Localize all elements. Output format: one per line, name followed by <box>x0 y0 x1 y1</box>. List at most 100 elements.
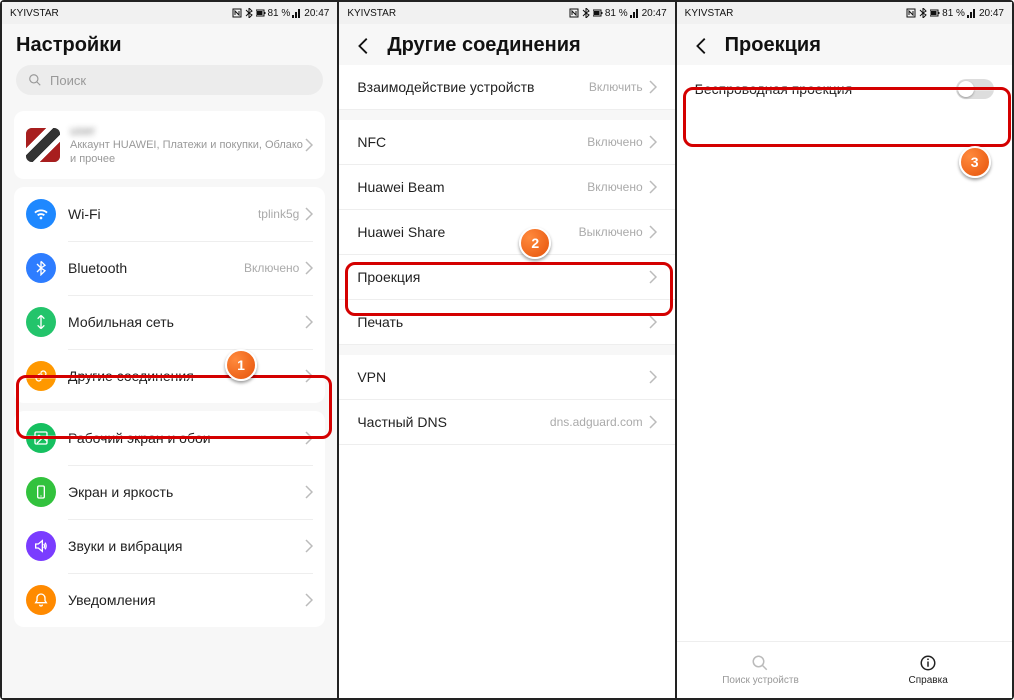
wifi-row[interactable]: Wi-Fi tplink5g <box>14 187 325 241</box>
avatar <box>26 128 60 162</box>
row-label: Рабочий экран и обои <box>68 430 305 446</box>
status-bar: KYIVSTAR 81 % 20:47 <box>339 2 674 24</box>
row-label: Другие соединения <box>68 368 305 384</box>
tab-search-devices[interactable]: Поиск устройств <box>677 642 845 698</box>
toggle-switch[interactable] <box>956 79 994 99</box>
bottom-bar: Поиск устройств Справка <box>677 641 1012 698</box>
wifi-icon <box>26 199 56 229</box>
row-value: Выключено <box>579 225 643 239</box>
row-label: Звуки и вибрация <box>68 538 305 554</box>
row-label: Bluetooth <box>68 260 244 276</box>
panel-projection: KYIVSTAR 81 % 20:47 Проекция Беспроводна… <box>675 2 1012 698</box>
panel-other-connections: KYIVSTAR 81 % 20:47 Другие соединения Вз… <box>337 2 674 698</box>
phone-icon <box>26 477 56 507</box>
notifications-row[interactable]: Уведомления <box>14 573 325 627</box>
carrier-label: KYIVSTAR <box>347 8 396 19</box>
chevron-right-icon <box>649 225 657 239</box>
wireless-projection-row[interactable]: Беспроводная проекция <box>677 65 1012 113</box>
account-name: user <box>70 123 305 138</box>
titlebar: Настройки <box>2 24 337 65</box>
page-title: Проекция <box>725 34 821 57</box>
display-brightness-row[interactable]: Экран и яркость <box>14 465 325 519</box>
battery-percent: 81 % <box>268 8 291 19</box>
back-button[interactable] <box>691 35 713 57</box>
chevron-right-icon <box>305 207 313 221</box>
row-value: Включено <box>587 135 642 149</box>
row-label: Частный DNS <box>357 414 550 430</box>
vpn-row[interactable]: VPN <box>339 355 674 400</box>
search-input[interactable]: Поиск <box>16 65 323 95</box>
bluetooth-icon <box>581 8 591 18</box>
back-button[interactable] <box>353 35 375 57</box>
row-value: Включено <box>244 261 299 275</box>
row-label: Взаимодействие устройств <box>357 79 588 95</box>
chevron-right-icon <box>649 80 657 94</box>
row-label: Уведомления <box>68 592 305 608</box>
chevron-right-icon <box>649 370 657 384</box>
nfc-icon <box>906 8 916 18</box>
account-row[interactable]: user Аккаунт HUAWEI, Платежи и покупки, … <box>14 111 325 179</box>
device-interaction-row[interactable]: Взаимодействие устройств Включить <box>339 65 674 110</box>
carrier-label: KYIVSTAR <box>10 8 59 19</box>
row-value: tplink5g <box>258 207 299 221</box>
battery-percent: 81 % <box>605 8 628 19</box>
tab-help[interactable]: Справка <box>844 642 1012 698</box>
image-icon <box>26 423 56 453</box>
row-label: Huawei Share <box>357 224 578 240</box>
carrier-label: KYIVSTAR <box>685 8 734 19</box>
row-label: Мобильная сеть <box>68 314 305 330</box>
clock: 20:47 <box>979 8 1004 19</box>
chevron-right-icon <box>649 415 657 429</box>
row-label: Wi-Fi <box>68 206 258 222</box>
mobile-network-row[interactable]: Мобильная сеть <box>14 295 325 349</box>
sounds-vibration-row[interactable]: Звуки и вибрация <box>14 519 325 573</box>
huawei-share-row[interactable]: Huawei Share Выключено <box>339 210 674 255</box>
chevron-right-icon <box>649 135 657 149</box>
huawei-beam-row[interactable]: Huawei Beam Включено <box>339 165 674 210</box>
chevron-right-icon <box>649 180 657 194</box>
chevron-right-icon <box>305 369 313 383</box>
search-icon <box>28 73 42 87</box>
other-connections-row[interactable]: Другие соединения <box>14 349 325 403</box>
signal-icon <box>630 8 640 18</box>
link-icon <box>26 361 56 391</box>
print-row[interactable]: Печать <box>339 300 674 345</box>
chevron-right-icon <box>305 539 313 553</box>
chevron-right-icon <box>305 138 313 152</box>
nfc-icon <box>569 8 579 18</box>
search-placeholder: Поиск <box>50 73 86 88</box>
titlebar: Другие соединения <box>339 24 674 65</box>
chevron-right-icon <box>305 431 313 445</box>
home-wallpaper-row[interactable]: Рабочий экран и обои <box>14 411 325 465</box>
row-label: Проекция <box>357 269 648 285</box>
nfc-row[interactable]: NFC Включено <box>339 120 674 165</box>
chevron-right-icon <box>649 270 657 284</box>
projection-row[interactable]: Проекция <box>339 255 674 300</box>
page-title: Другие соединения <box>387 34 580 57</box>
row-value: Включить <box>589 80 643 94</box>
private-dns-row[interactable]: Частный DNS dns.adguard.com <box>339 400 674 445</box>
battery-icon <box>593 8 603 18</box>
chevron-right-icon <box>305 261 313 275</box>
signal-icon <box>26 307 56 337</box>
signal-icon <box>967 8 977 18</box>
info-icon <box>919 654 937 672</box>
chevron-right-icon <box>649 315 657 329</box>
clock: 20:47 <box>304 8 329 19</box>
tab-label: Поиск устройств <box>722 675 799 686</box>
status-bar: KYIVSTAR 81 % 20:47 <box>677 2 1012 24</box>
row-label: NFC <box>357 134 587 150</box>
row-value: dns.adguard.com <box>550 415 643 429</box>
chevron-right-icon <box>305 485 313 499</box>
panel-settings: KYIVSTAR 81 % 20:47 Настройки Поиск <box>2 2 337 698</box>
bluetooth-icon <box>26 253 56 283</box>
tab-label: Справка <box>909 675 948 686</box>
clock: 20:47 <box>642 8 667 19</box>
account-desc: Аккаунт HUAWEI, Платежи и покупки, Облак… <box>70 138 305 167</box>
row-label: VPN <box>357 369 648 385</box>
chevron-right-icon <box>305 315 313 329</box>
bluetooth-icon <box>244 8 254 18</box>
status-bar: KYIVSTAR 81 % 20:47 <box>2 2 337 24</box>
bluetooth-row[interactable]: Bluetooth Включено <box>14 241 325 295</box>
battery-icon <box>930 8 940 18</box>
